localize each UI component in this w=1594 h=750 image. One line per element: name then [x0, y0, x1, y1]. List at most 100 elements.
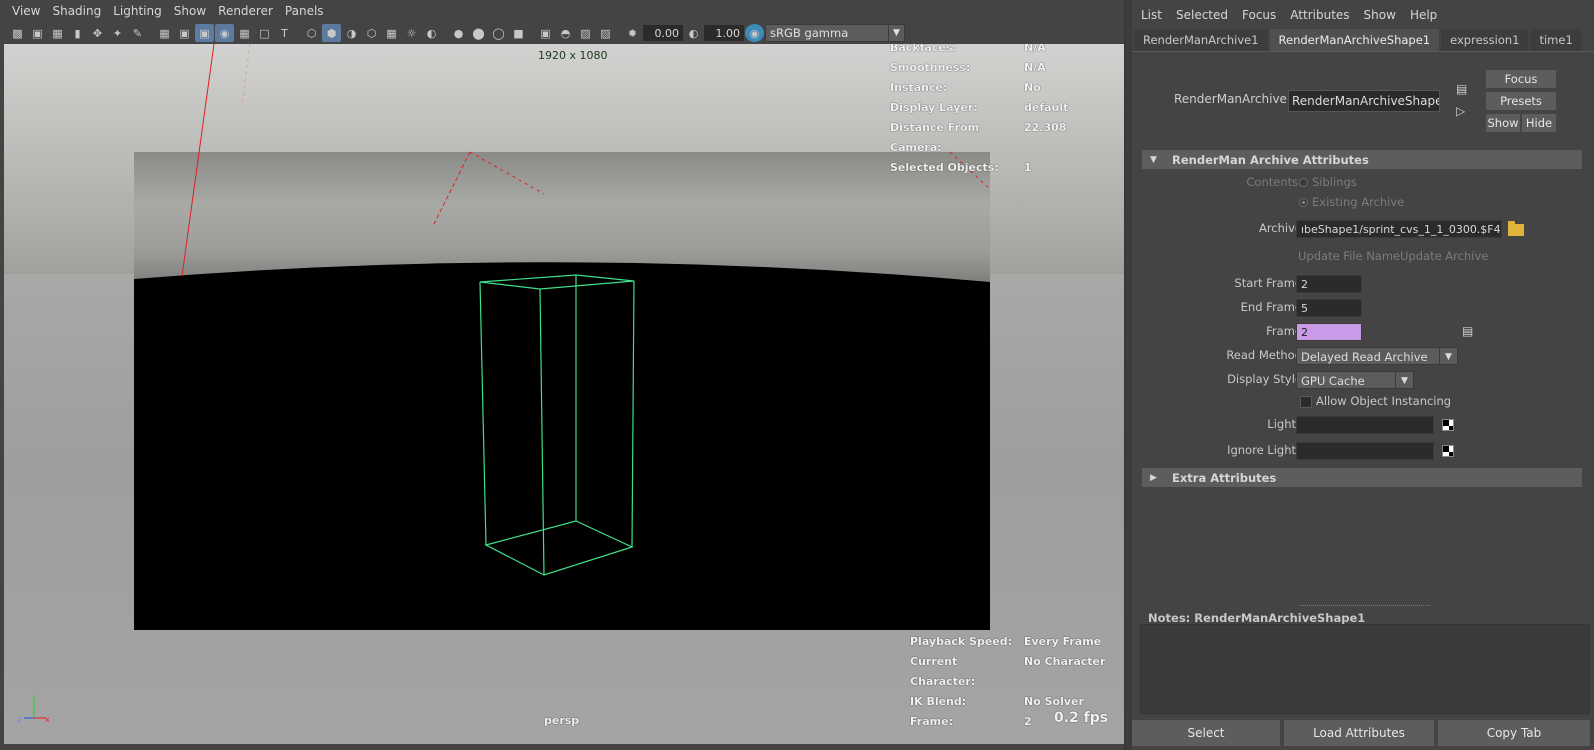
- hud-value: 2: [1024, 715, 1032, 728]
- gamma-field[interactable]: 1.00: [704, 25, 744, 41]
- end-frame-field[interactable]: 5: [1296, 299, 1362, 317]
- toolbar-separator: [442, 25, 448, 41]
- ae-menu-attributes[interactable]: Attributes: [1283, 8, 1356, 22]
- node-name-field[interactable]: RenderManArchiveShape1: [1288, 90, 1440, 112]
- update-archive-button[interactable]: Update Archive: [1400, 249, 1488, 263]
- gate-mask-icon[interactable]: ◉: [215, 24, 234, 42]
- read-method-dropdown[interactable]: Delayed Read Archive ▼: [1296, 347, 1458, 365]
- ambient-occlusion-icon[interactable]: ●: [449, 24, 468, 42]
- hud-value: 1: [1024, 161, 1032, 174]
- exposure-field[interactable]: 0.00: [643, 25, 683, 41]
- node-type-label: RenderManArchive:: [1174, 92, 1291, 106]
- panel-splitter[interactable]: [1124, 0, 1132, 750]
- motion-blur-icon[interactable]: ⬤: [469, 24, 488, 42]
- image-plane-icon[interactable]: ✥: [88, 24, 107, 42]
- select-button[interactable]: Select: [1132, 720, 1280, 746]
- menu-shading[interactable]: Shading: [46, 0, 107, 22]
- frame-label-cell: Frame: [1142, 322, 1302, 342]
- menu-renderer[interactable]: Renderer: [212, 0, 279, 22]
- connect-ignore-lights-icon[interactable]: [1442, 445, 1454, 457]
- menu-show[interactable]: Show: [168, 0, 212, 22]
- frame-field[interactable]: 2: [1296, 323, 1362, 341]
- notes-textarea[interactable]: [1140, 624, 1590, 714]
- smooth-shade-icon[interactable]: ⬢: [322, 24, 341, 42]
- start-frame-field[interactable]: 2: [1296, 275, 1362, 293]
- grid-icon[interactable]: ▦: [155, 24, 174, 42]
- lights-field[interactable]: [1296, 416, 1434, 434]
- depth-of-field-icon[interactable]: ■: [509, 24, 528, 42]
- copy-tab-button[interactable]: Copy Tab: [1438, 720, 1590, 746]
- color-space-dropdown[interactable]: sRGB gamma ▼: [765, 24, 905, 42]
- focus-input-icon[interactable]: ▤: [1456, 82, 1472, 96]
- presets-button[interactable]: Presets: [1486, 92, 1556, 110]
- hud-row: Backfaces: N/A: [890, 44, 1068, 58]
- ae-menu-show[interactable]: Show: [1357, 8, 1403, 22]
- safe-title-icon[interactable]: T: [275, 24, 294, 42]
- xray-icon[interactable]: ◓: [556, 24, 575, 42]
- tab-expression1[interactable]: expression1: [1441, 29, 1529, 51]
- map-input-icon[interactable]: ▤: [1462, 324, 1478, 338]
- extra-attributes-header[interactable]: ▶ Extra Attributes: [1142, 468, 1582, 487]
- ae-menu-focus[interactable]: Focus: [1235, 8, 1283, 22]
- use-all-lights-icon[interactable]: ☼: [402, 24, 421, 42]
- show-button[interactable]: Show: [1486, 114, 1520, 132]
- menu-lighting[interactable]: Lighting: [107, 0, 168, 22]
- shadows-icon[interactable]: ◐: [422, 24, 441, 42]
- wireframe-on-shaded-icon[interactable]: ◑: [342, 24, 361, 42]
- ae-menu-list[interactable]: List: [1134, 8, 1169, 22]
- ae-menu-help[interactable]: Help: [1403, 8, 1444, 22]
- film-gate-icon[interactable]: ▣: [175, 24, 194, 42]
- hud-row: Instance: No: [890, 78, 1068, 98]
- tab-rendermanarchive1[interactable]: RenderManArchive1: [1134, 29, 1268, 51]
- notes-resize-handle[interactable]: [1300, 605, 1430, 607]
- focus-button[interactable]: Focus: [1486, 70, 1556, 88]
- archive-label-cell: Archive: [1142, 219, 1302, 239]
- safe-action-icon[interactable]: □: [255, 24, 274, 42]
- field-chart-icon[interactable]: ▦: [235, 24, 254, 42]
- ignore-lights-field[interactable]: [1296, 442, 1434, 460]
- update-file-name-button[interactable]: Update File Name: [1298, 249, 1400, 263]
- toolbar-separator: [295, 25, 301, 41]
- wireframe-icon[interactable]: ⬡: [302, 24, 321, 42]
- folder-icon[interactable]: [1508, 221, 1524, 236]
- ae-menu-selected[interactable]: Selected: [1169, 8, 1235, 22]
- tab-rendermanarchiveshape1[interactable]: RenderManArchiveShape1: [1269, 29, 1440, 51]
- exposure-icon[interactable]: ✹: [623, 24, 642, 42]
- siblings-radio[interactable]: [1299, 178, 1308, 187]
- menu-panels[interactable]: Panels: [279, 0, 330, 22]
- hud-row: Playback Speed: Every Frame: [910, 632, 1105, 652]
- connect-lights-icon[interactable]: [1442, 419, 1454, 431]
- contents-label-cell: Contents:: [1142, 173, 1302, 193]
- node-tabs: RenderManArchive1 RenderManArchiveShape1…: [1132, 29, 1594, 52]
- display-style-dropdown[interactable]: GPU Cache ▼: [1296, 371, 1414, 389]
- rendermanarchive-attributes-header[interactable]: ▼ RenderMan Archive Attributes: [1142, 150, 1582, 169]
- gamma-icon[interactable]: ◐: [684, 24, 703, 42]
- bookmark-icon[interactable]: ▮: [68, 24, 87, 42]
- xray-components-icon[interactable]: ▨: [596, 24, 615, 42]
- grease-pencil-icon[interactable]: ✎: [128, 24, 147, 42]
- menu-view[interactable]: View: [6, 0, 46, 22]
- camera-name-label: persp: [544, 714, 580, 727]
- focus-output-icon[interactable]: ▷: [1456, 104, 1472, 118]
- perspective-viewport[interactable]: 1920 x 1080 Backfaces: N/A Smoothness: N/A…: [4, 44, 1124, 744]
- color-management-icon[interactable]: ◉: [745, 24, 764, 42]
- allow-object-instancing-checkbox[interactable]: [1300, 396, 1312, 408]
- two-d-pan-zoom-icon[interactable]: ✦: [108, 24, 127, 42]
- checker-icon[interactable]: ▦: [382, 24, 401, 42]
- anti-aliasing-icon[interactable]: ◯: [489, 24, 508, 42]
- axis-z-label: z: [17, 715, 21, 724]
- camera-select-icon[interactable]: ▩: [8, 24, 27, 42]
- camera-attributes-icon[interactable]: ▣: [28, 24, 47, 42]
- load-attributes-button[interactable]: Load Attributes: [1284, 720, 1434, 746]
- textured-icon[interactable]: ⬡: [362, 24, 381, 42]
- isolate-select-icon[interactable]: ▣: [536, 24, 555, 42]
- hide-button[interactable]: Hide: [1522, 114, 1556, 132]
- tab-time1[interactable]: time1: [1530, 29, 1582, 51]
- existing-archive-radio[interactable]: [1299, 198, 1308, 207]
- xray-joints-icon[interactable]: ▨: [576, 24, 595, 42]
- bookmark-camera-icon[interactable]: ▦: [48, 24, 67, 42]
- resolution-gate-icon[interactable]: ▣: [195, 24, 214, 42]
- archive-path-field[interactable]: ıbeShape1/sprint_cvs_1_1_0300.$F4.r: [1296, 220, 1502, 238]
- hud-row: Current Character: No Character: [910, 652, 1105, 692]
- hud-value: 22.308: [1024, 121, 1067, 134]
